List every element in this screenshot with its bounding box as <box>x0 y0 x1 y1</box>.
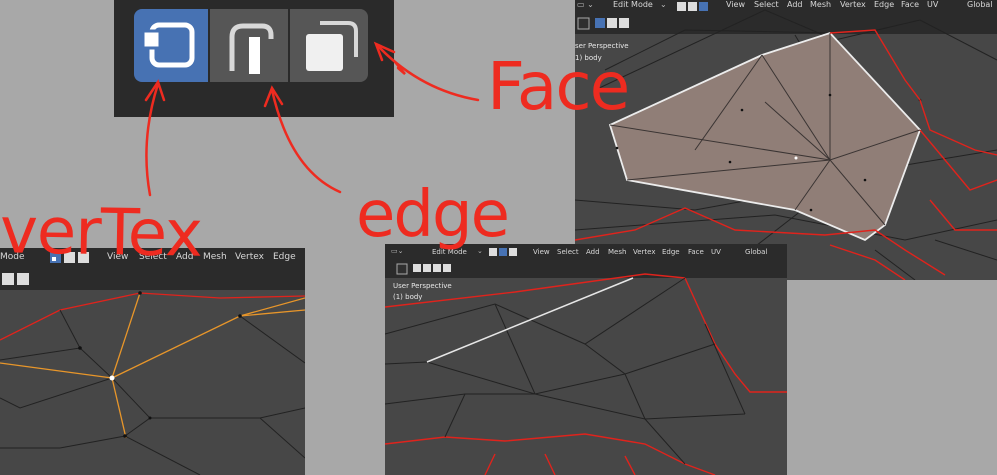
face-select-button[interactable] <box>290 9 368 82</box>
vertex-mode-viewport[interactable]: Mode View Select Add Mesh Vertex Edge <box>0 248 305 475</box>
face-select-icon <box>306 21 358 71</box>
edge-select-icon <box>229 23 274 76</box>
edge-select-button[interactable] <box>210 9 288 82</box>
face-mesh <box>575 9 997 280</box>
face-mode-viewport[interactable]: ▭ ⌄ Edit Mode ⌄ View Select Add Mesh Ver… <box>575 0 997 280</box>
vertex-annotation: verTex <box>0 194 203 272</box>
vertex-mesh <box>0 291 305 475</box>
edge-annotation: edge <box>356 178 510 252</box>
select-mode-toolbar-zoom <box>114 0 394 117</box>
edge-mode-viewport[interactable]: ▭⌄ Edit Mode ⌄ View Select Add Mesh Vert… <box>385 244 787 475</box>
vertex-select-icon <box>141 22 195 68</box>
face-annotation: Face <box>487 48 630 125</box>
vertex-select-button[interactable] <box>134 9 208 82</box>
edge-mesh <box>385 273 787 475</box>
